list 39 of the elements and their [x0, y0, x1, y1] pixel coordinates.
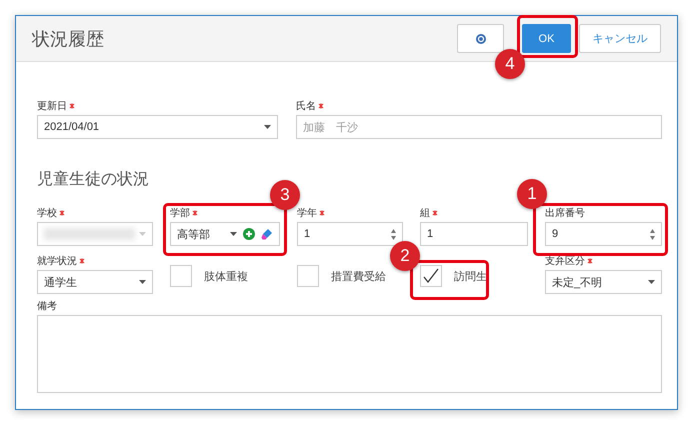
dropdown[interactable]: 2021/04/01 — [37, 115, 278, 139]
field-label: 氏名 — [296, 100, 316, 113]
checkbox[interactable] — [420, 265, 442, 287]
checkbox-label: 措置費受給 — [331, 270, 386, 284]
caret-icon — [230, 232, 237, 236]
eraser-icon[interactable] — [261, 228, 273, 240]
field-label: 備考 — [37, 300, 57, 313]
remarks-field[interactable] — [37, 315, 662, 393]
field-label: 学年 — [297, 207, 317, 220]
dropdown[interactable]: 未定_不明 — [545, 270, 662, 294]
help-icon — [476, 34, 486, 44]
field-label: 更新日 — [37, 100, 67, 113]
field-label: 組 — [420, 207, 430, 220]
number-field[interactable]: 1 — [297, 222, 403, 246]
caret-icon — [139, 280, 146, 284]
checkbox[interactable] — [170, 265, 192, 287]
ok-button[interactable]: OK — [522, 24, 571, 53]
checkbox[interactable] — [297, 265, 319, 287]
caret-icon — [648, 280, 655, 284]
spinner-icon[interactable] — [650, 228, 655, 240]
spinner-icon[interactable] — [391, 228, 396, 240]
dropdown[interactable]: 通学生 — [37, 270, 153, 294]
help-button[interactable] — [457, 24, 504, 53]
section-heading: 児童生徒の状況 — [37, 170, 150, 190]
field-label: 支弁区分 — [545, 255, 585, 268]
checkbox-label: 肢体重複 — [204, 270, 248, 284]
field-label: 出席番号 — [545, 206, 585, 220]
caret-icon — [264, 125, 271, 129]
number-field[interactable]: 9 — [545, 222, 662, 246]
field-label: 就学状況 — [37, 254, 77, 268]
checkbox-label: 訪問生 — [454, 270, 487, 284]
caret-icon — [139, 232, 146, 236]
field-label: 学校 — [37, 206, 57, 220]
dropdown[interactable]: 高等部 — [170, 222, 280, 246]
field-label: 学部 — [170, 206, 190, 220]
add-icon[interactable] — [243, 228, 255, 240]
cancel-button[interactable]: キャンセル — [579, 24, 661, 53]
input-field[interactable]: 1 — [420, 222, 528, 246]
dialog-title: 状況履歴 — [32, 28, 105, 50]
